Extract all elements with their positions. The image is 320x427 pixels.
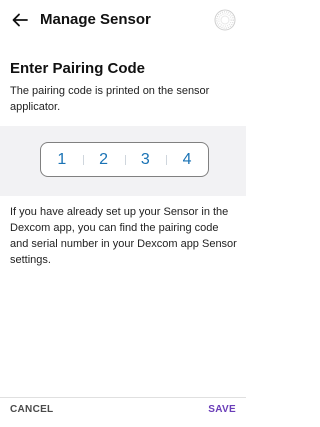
code-digit-4[interactable]: 4: [166, 151, 208, 169]
arrow-left-icon: [12, 13, 28, 27]
page-title: Manage Sensor: [40, 11, 151, 28]
manage-sensor-screen: Manage Sensor Enter Pairing Code The pai…: [0, 0, 246, 427]
app-header: Manage Sensor: [0, 0, 246, 40]
back-button[interactable]: [10, 10, 30, 30]
code-digit-1[interactable]: 1: [41, 151, 83, 169]
pairing-code-band: 1 2 3 4: [0, 126, 246, 196]
save-button[interactable]: SAVE: [208, 404, 236, 415]
pairing-code-input[interactable]: 1 2 3 4: [40, 142, 209, 177]
section-heading: Enter Pairing Code: [10, 60, 146, 77]
code-digit-3[interactable]: 3: [124, 151, 167, 169]
info-text: If you have already set up your Sensor i…: [10, 206, 237, 266]
section-description: The pairing code is printed on the senso…: [10, 85, 210, 113]
code-digit-2[interactable]: 2: [82, 151, 125, 169]
cancel-button[interactable]: CANCEL: [10, 404, 53, 415]
footer-divider: [0, 397, 246, 398]
sensor-icon: [214, 9, 236, 31]
